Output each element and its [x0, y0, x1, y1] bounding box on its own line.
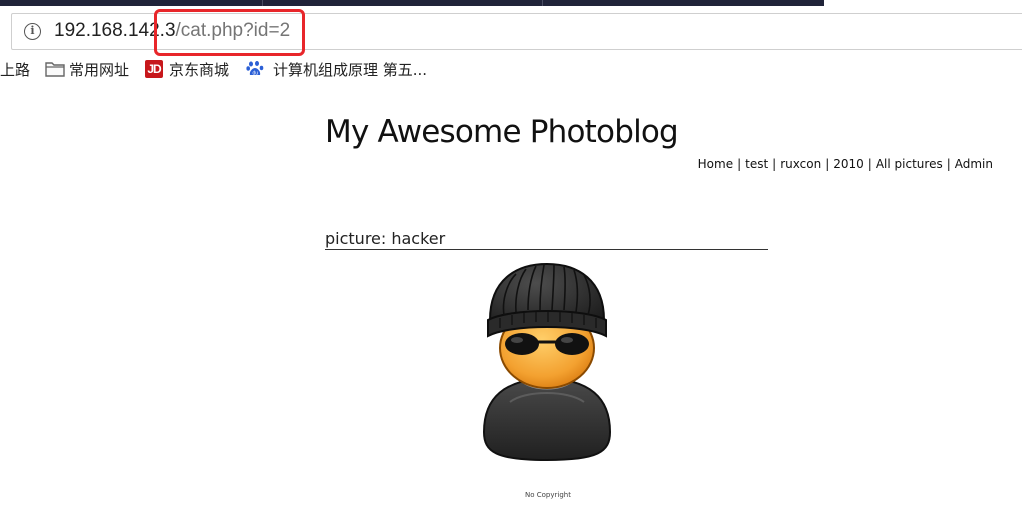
hacker-picture: [480, 262, 614, 462]
tab-divider: [262, 0, 263, 6]
bookmark-computer-organization[interactable]: 计算机组成原理 第五...: [273, 59, 427, 80]
nav-separator: |: [772, 157, 777, 171]
nav-ruxcon[interactable]: ruxcon: [780, 157, 821, 171]
tab-strip-background: [0, 0, 824, 6]
nav-separator: |: [825, 157, 830, 171]
url-path-highlight: [154, 9, 305, 56]
site-nav: Home | test | ruxcon | 2010 | All pictures | Admin: [698, 157, 993, 171]
nav-all-pictures[interactable]: All pictures: [876, 157, 943, 171]
site-title[interactable]: My Awesome Photoblog: [325, 114, 679, 150]
nav-separator: |: [946, 157, 951, 171]
nav-separator: |: [737, 157, 742, 171]
nav-home[interactable]: Home: [698, 157, 733, 171]
nav-2010[interactable]: 2010: [833, 157, 864, 171]
tab-divider: [542, 0, 543, 6]
picture-heading: picture: hacker: [325, 229, 768, 250]
jd-logo-icon: JD: [145, 60, 163, 78]
baidu-paw-icon: du: [246, 60, 264, 78]
bookmark-common-sites[interactable]: 常用网址: [69, 59, 129, 80]
tab-strip: [0, 0, 1022, 6]
svg-text:du: du: [253, 71, 259, 77]
site-info-icon[interactable]: i: [24, 23, 41, 40]
bookmark-shanglu[interactable]: 上路: [0, 59, 30, 80]
footer-copyright: No Copyright: [525, 491, 571, 499]
nav-separator: |: [867, 157, 872, 171]
folder-icon: [45, 60, 65, 78]
nav-admin[interactable]: Admin: [955, 157, 993, 171]
bookmark-jd-mall[interactable]: 京东商城: [169, 59, 229, 80]
bookmarks-bar: 上路 常用网址 JD 京东商城 du 计算机组成原理 第五...: [0, 56, 1022, 84]
nav-test[interactable]: test: [745, 157, 768, 171]
